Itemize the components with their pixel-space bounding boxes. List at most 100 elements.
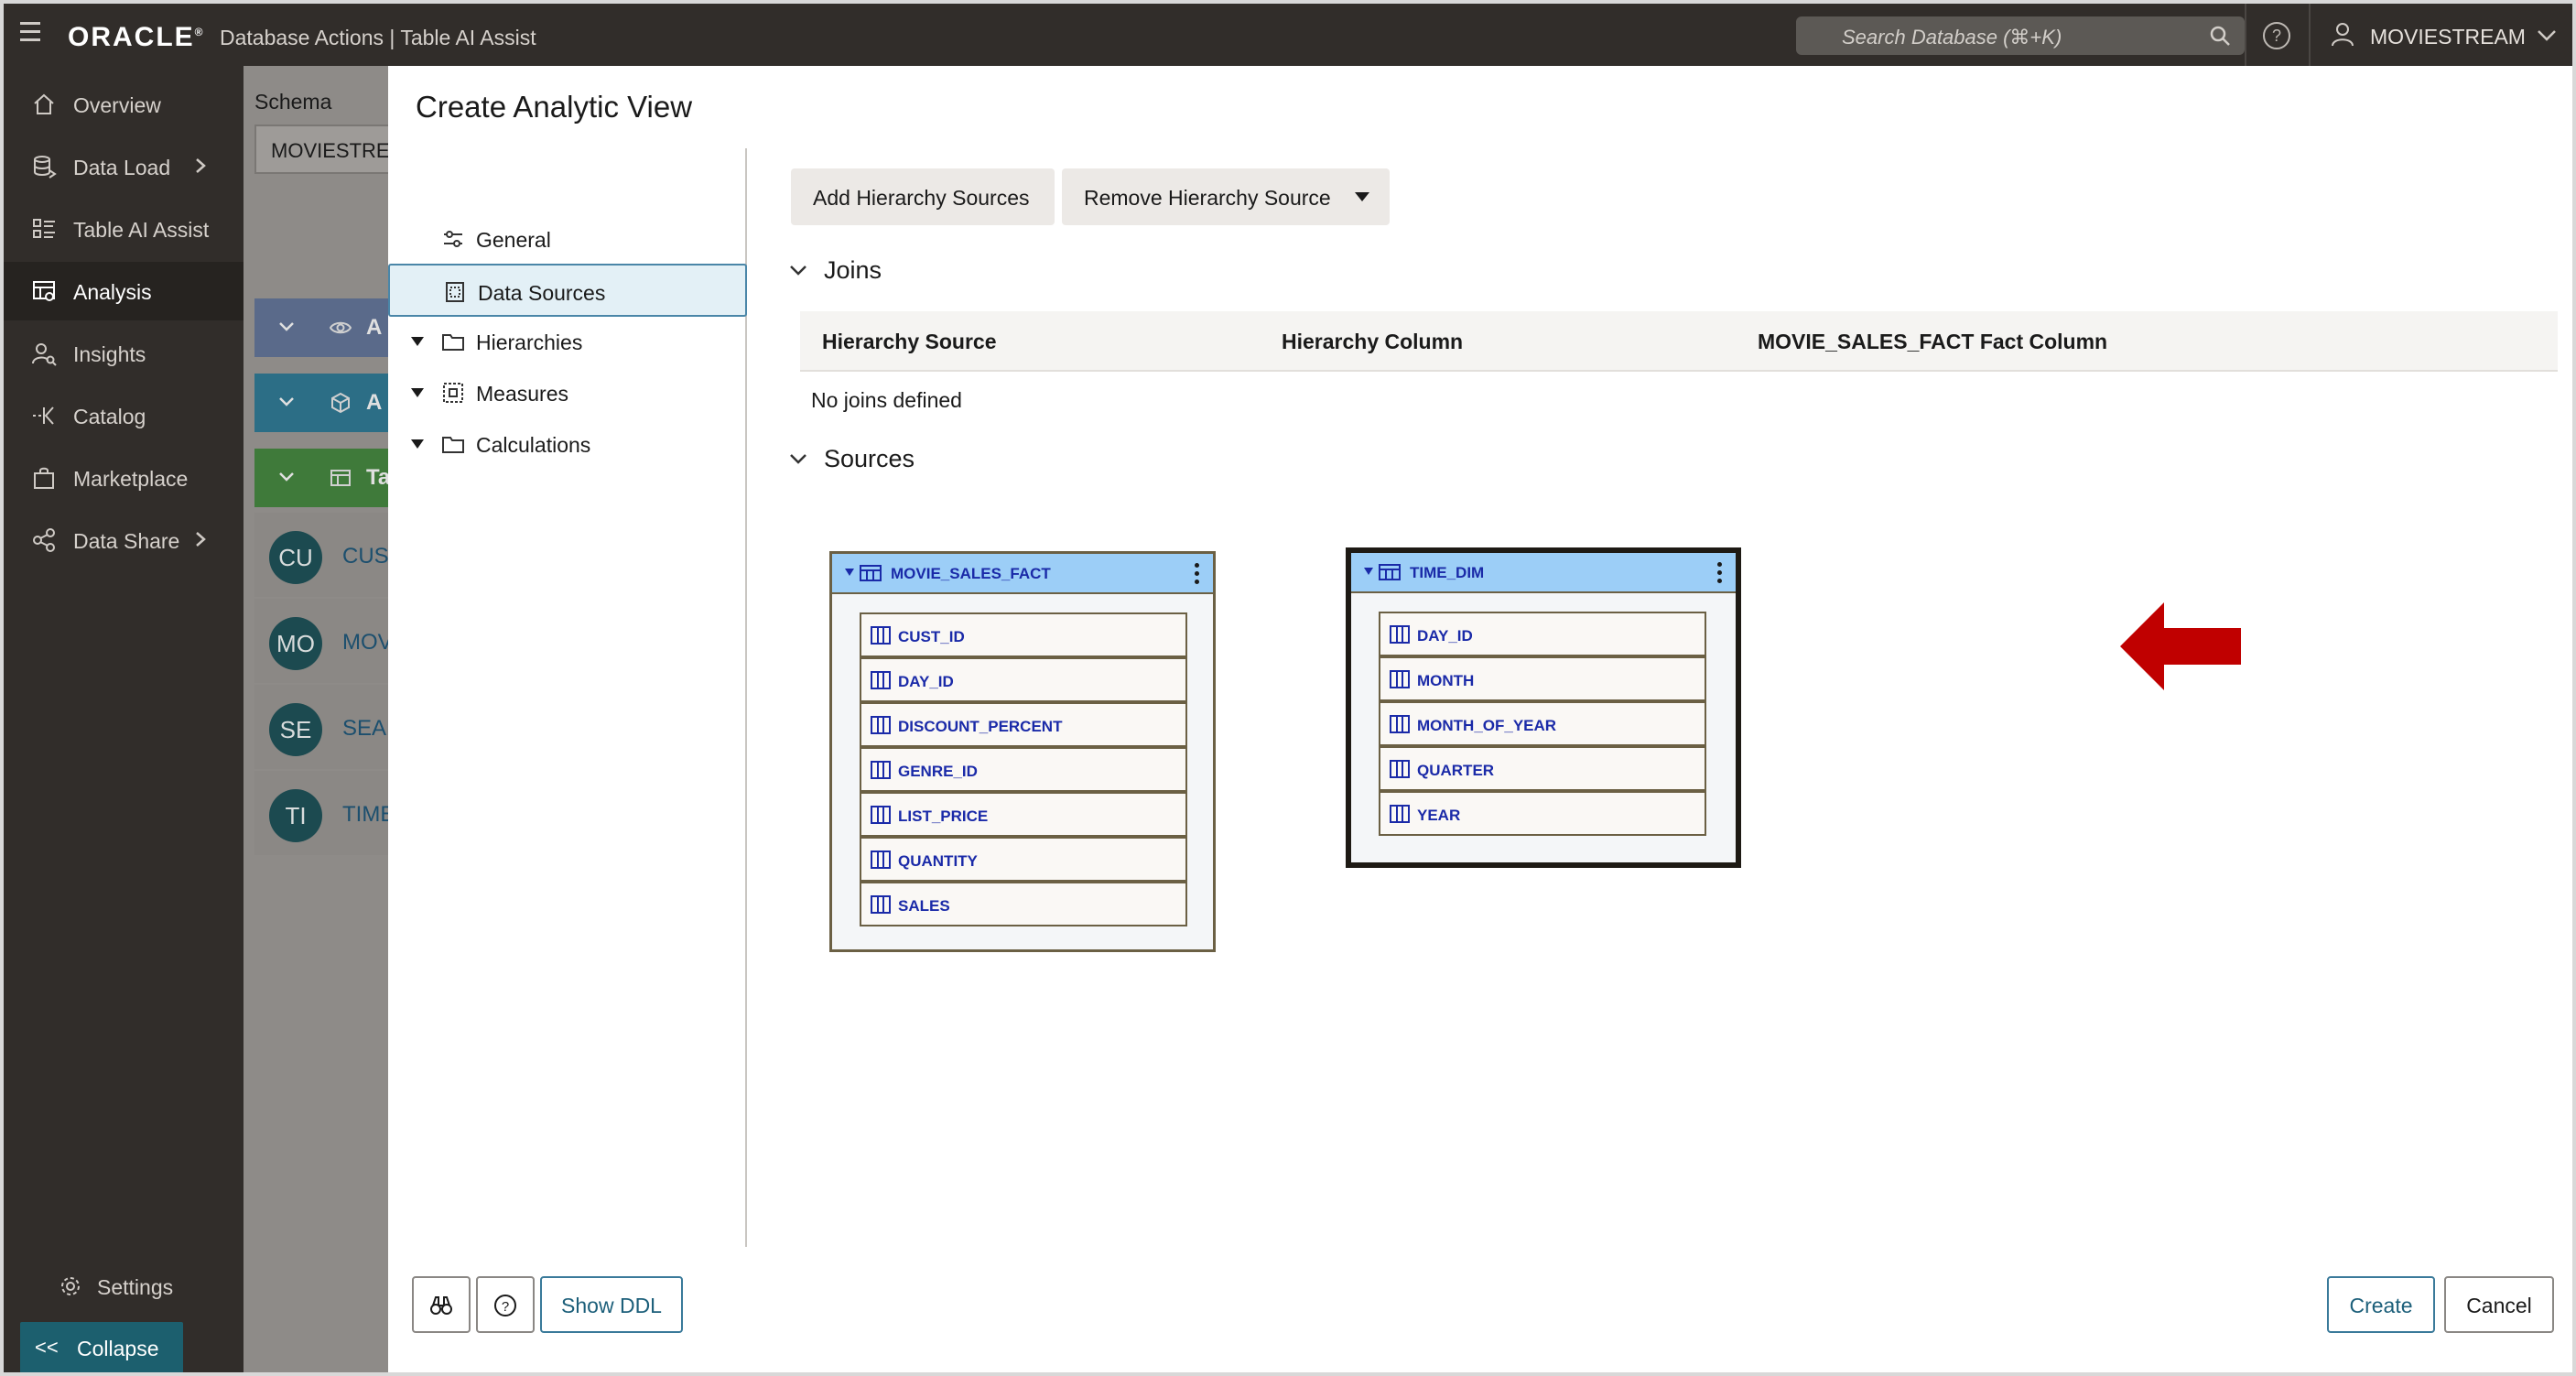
double-chevron-left-icon: << [35, 1336, 59, 1359]
nav-item-data-load[interactable]: Data Load [4, 137, 244, 196]
source-table-movie-sales-fact[interactable]: MOVIE_SALES_FACT CUST_ID DAY_ID DISCOUNT… [829, 551, 1216, 952]
collapsible-band: A [254, 374, 410, 432]
logo-mark: ® [194, 26, 205, 38]
collapsible-band: Ta [254, 449, 410, 507]
source-column[interactable]: MONTH [1379, 656, 1706, 701]
button-label: Remove Hierarchy Source [1084, 186, 1331, 210]
avatar: SE [269, 703, 322, 756]
source-column[interactable]: GENRE_ID [860, 747, 1187, 792]
dialog-nav-measures[interactable]: Measures [388, 366, 747, 419]
dialog-nav-data-sources[interactable]: Data Sources [388, 264, 747, 317]
column-icon [1390, 760, 1410, 778]
avatar: MO [269, 617, 322, 670]
section-title: Joins [824, 256, 882, 284]
user-menu[interactable]: MOVIESTREAM [2370, 25, 2526, 49]
source-column[interactable]: QUANTITY [860, 837, 1187, 882]
nav-item-insights[interactable]: Insights [4, 324, 244, 383]
column-header[interactable]: MOVIE_SALES_FACT Fact Column [1758, 330, 2107, 354]
column-icon [871, 671, 891, 689]
create-button[interactable]: Create [2327, 1276, 2435, 1333]
create-analytic-view-dialog: Create Analytic View General Data Source… [388, 66, 2572, 1372]
table-header: Hierarchy Source Hierarchy Column MOVIE_… [800, 311, 2558, 372]
remove-hierarchy-source-button[interactable]: Remove Hierarchy Source [1062, 168, 1390, 225]
column-header[interactable]: Hierarchy Source [822, 330, 996, 354]
collapse-label: Collapse [77, 1337, 159, 1360]
empty-message: No joins defined [811, 388, 962, 412]
source-column[interactable]: LIST_PRICE [860, 792, 1187, 837]
button-label: Cancel [2466, 1294, 2532, 1317]
schema-label: Schema [254, 90, 332, 114]
column-header[interactable]: Hierarchy Column [1282, 330, 1463, 354]
more-options-icon[interactable] [1195, 563, 1200, 587]
chevron-down-icon[interactable] [2536, 24, 2558, 46]
chevron-down-icon [279, 472, 294, 482]
collapse-button[interactable]: << Collapse [20, 1322, 183, 1372]
help-icon[interactable]: ? [2263, 22, 2290, 49]
share-icon [33, 528, 55, 552]
source-column[interactable]: DAY_ID [860, 657, 1187, 702]
show-ddl-button[interactable]: Show DDL [540, 1276, 683, 1333]
help-button[interactable]: ? [476, 1276, 535, 1333]
chevron-right-icon [196, 532, 206, 547]
annotation-arrow-icon [2120, 602, 2241, 690]
nav-item-overview[interactable]: Overview [4, 75, 244, 134]
column-name: SALES [898, 897, 950, 915]
binoculars-icon [430, 1296, 452, 1315]
nav-item-data-share[interactable]: Data Share [4, 511, 244, 569]
dialog-nav-general[interactable]: General [388, 212, 747, 265]
source-table-time-dim[interactable]: TIME_DIM DAY_ID MONTH MONTH_OF_YEAR QUAR… [1346, 547, 1741, 868]
triangle-down-icon[interactable] [410, 386, 425, 399]
table-icon [330, 470, 351, 486]
more-options-icon[interactable] [1717, 562, 1723, 586]
source-column[interactable]: YEAR [1379, 791, 1706, 836]
button-label: Show DDL [561, 1294, 662, 1317]
cancel-button[interactable]: Cancel [2444, 1276, 2554, 1333]
search-database-input[interactable]: Search Database (⌘+K) [1796, 16, 2245, 55]
top-bar: ORACLE® Database Actions | Table AI Assi… [4, 4, 2572, 66]
find-button[interactable] [412, 1276, 471, 1333]
column-icon [871, 895, 891, 914]
source-table-header[interactable]: TIME_DIM [1351, 553, 1736, 593]
source-column[interactable]: SALES [860, 882, 1187, 926]
source-column[interactable]: QUARTER [1379, 746, 1706, 791]
column-name: MONTH [1417, 672, 1475, 689]
nav-label: Data Share [73, 529, 180, 553]
hamburger-menu-icon[interactable] [20, 22, 48, 48]
dialog-nav-hierarchies[interactable]: Hierarchies [388, 315, 747, 368]
source-table-header[interactable]: MOVIE_SALES_FACT [832, 554, 1213, 594]
dialog-nav-label: Calculations [476, 433, 591, 457]
source-column[interactable]: DAY_ID [1379, 612, 1706, 656]
dialog-nav-label: General [476, 228, 551, 252]
source-column[interactable]: DISCOUNT_PERCENT [860, 702, 1187, 747]
column-icon [871, 806, 891, 824]
database-icon [34, 156, 57, 179]
triangle-down-icon[interactable] [1364, 568, 1373, 575]
column-name: QUANTITY [898, 852, 978, 870]
nav-item-table-ai-assist[interactable]: Table AI Assist [4, 200, 244, 258]
list-item: SE SEARCH [254, 685, 434, 769]
chevron-down-icon [790, 265, 806, 276]
dialog-main: Add Hierarchy Sources Remove Hierarchy S… [754, 148, 2572, 1247]
nav-item-marketplace[interactable]: Marketplace [4, 449, 244, 507]
add-hierarchy-sources-button[interactable]: Add Hierarchy Sources [791, 168, 1055, 225]
section-title: Sources [824, 445, 915, 472]
triangle-down-icon[interactable] [410, 438, 425, 450]
settings-label: Settings [97, 1275, 174, 1299]
triangle-down-icon[interactable] [845, 569, 854, 576]
nav-item-catalog[interactable]: Catalog [4, 386, 244, 445]
divider [2245, 4, 2246, 66]
source-column[interactable]: MONTH_OF_YEAR [1379, 701, 1706, 746]
column-icon [871, 761, 891, 779]
user-icon[interactable] [2329, 20, 2356, 48]
column-icon [1390, 670, 1410, 688]
dialog-nav-calculations[interactable]: Calculations [388, 417, 747, 471]
dialog-title: Create Analytic View [416, 90, 693, 124]
analysis-icon [33, 281, 55, 301]
table-icon [1379, 564, 1401, 580]
nav-item-analysis[interactable]: Analysis [4, 262, 244, 320]
source-column[interactable]: CUST_ID [860, 612, 1187, 657]
dialog-nav-label: Measures [476, 382, 568, 406]
column-name: QUARTER [1417, 762, 1495, 779]
triangle-down-icon[interactable] [410, 335, 425, 348]
background-page: Schema MOVIESTREAM A A Ta CU CUSTOMER MO… [244, 66, 468, 1372]
